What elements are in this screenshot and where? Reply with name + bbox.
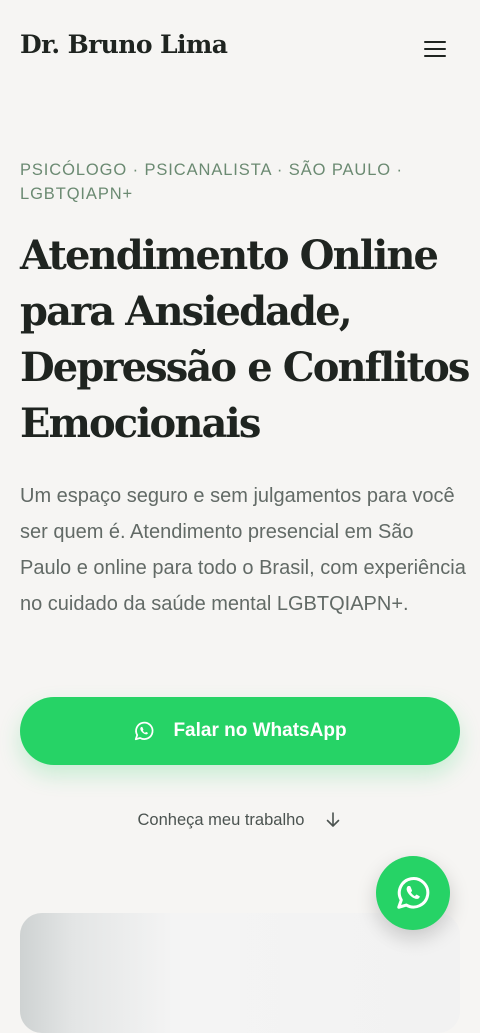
whatsapp-floating-button[interactable]	[376, 856, 450, 930]
learn-more-link[interactable]: Conheça meu trabalho	[0, 806, 480, 834]
whatsapp-cta-button[interactable]: Falar no WhatsApp	[20, 697, 460, 765]
hero-headline: Atendimento Online para Ansiedade, Depre…	[20, 232, 470, 447]
arrow-down-icon	[324, 811, 342, 829]
hero-eyebrow: PSICÓLOGO · PSICANALISTA · SÃO PAULO · L…	[20, 161, 403, 203]
hamburger-menu-icon-line	[424, 48, 446, 50]
whatsapp-icon	[394, 874, 432, 912]
hero-description: Um espaço seguro e sem julgamentos para …	[20, 485, 466, 615]
hero-photo	[20, 913, 460, 1033]
hamburger-menu-icon	[424, 41, 446, 43]
whatsapp-icon	[133, 720, 155, 742]
site-header: Dr. Bruno Lima	[0, 0, 480, 100]
learn-more-label: Conheça meu trabalho	[137, 810, 305, 829]
menu-button[interactable]	[422, 38, 448, 60]
whatsapp-cta-label: Falar no WhatsApp	[173, 720, 347, 741]
site-logo-text[interactable]: Dr. Bruno Lima	[20, 30, 228, 59]
hamburger-menu-icon-line	[424, 55, 446, 57]
